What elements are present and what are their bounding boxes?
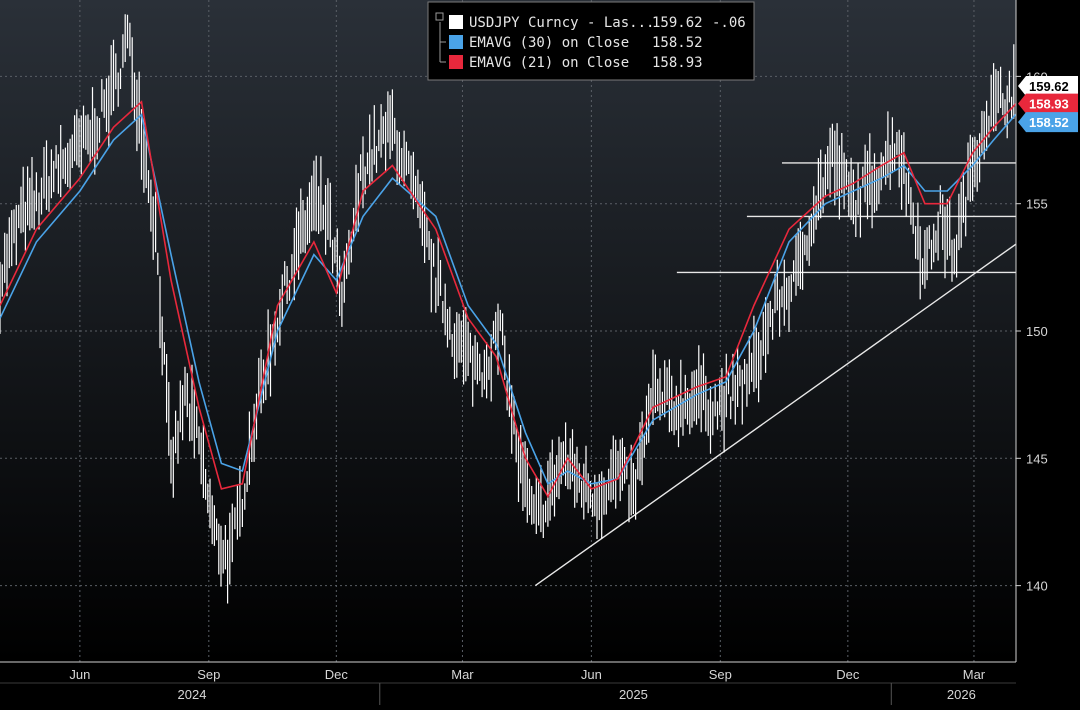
y-tick-label: 150 — [1026, 324, 1048, 339]
year-label: 2026 — [947, 687, 976, 702]
price-tag-label: 158.93 — [1029, 97, 1069, 112]
usdjpy-chart: 140145150155160JunSepDecMarJunSepDecMar2… — [0, 0, 1080, 705]
year-label: 2024 — [178, 687, 207, 702]
legend-swatch — [449, 35, 463, 49]
x-tick-label: Sep — [197, 667, 220, 682]
x-tick-label: Mar — [963, 667, 986, 682]
legend-label: EMAVG (21) on Close — [469, 55, 629, 71]
price-tags: 159.62 158.93 158.52 — [1018, 76, 1078, 133]
plot-background — [0, 0, 1016, 662]
x-tick-label: Jun — [581, 667, 602, 682]
legend-value: 158.93 — [652, 55, 703, 71]
legend-value: 159.62 — [652, 15, 703, 31]
legend[interactable]: USDJPY Curncy - Las...159.62 -.06 EMAVG (3… — [427, 1, 755, 81]
y-tick-label: 155 — [1026, 197, 1048, 212]
legend-value: 158.52 — [652, 35, 703, 51]
y-tick-label: 140 — [1026, 579, 1048, 594]
legend-label: USDJPY Curncy - Las... — [469, 15, 654, 31]
chart-container: 140145150155160JunSepDecMarJunSepDecMar2… — [0, 0, 1080, 705]
price-tag-label: 159.62 — [1029, 79, 1069, 94]
legend-swatch — [449, 55, 463, 69]
x-tick-label: Sep — [709, 667, 732, 682]
legend-swatch — [449, 15, 463, 29]
x-tick-label: Dec — [325, 667, 349, 682]
legend-change: -.06 — [712, 15, 746, 31]
legend-label: EMAVG (30) on Close — [469, 35, 629, 51]
y-tick-label: 145 — [1026, 451, 1048, 466]
x-tick-label: Jun — [69, 667, 90, 682]
x-tick-label: Dec — [836, 667, 860, 682]
x-tick-label: Mar — [451, 667, 474, 682]
price-tag-label: 158.52 — [1029, 115, 1069, 130]
year-label: 2025 — [619, 687, 648, 702]
